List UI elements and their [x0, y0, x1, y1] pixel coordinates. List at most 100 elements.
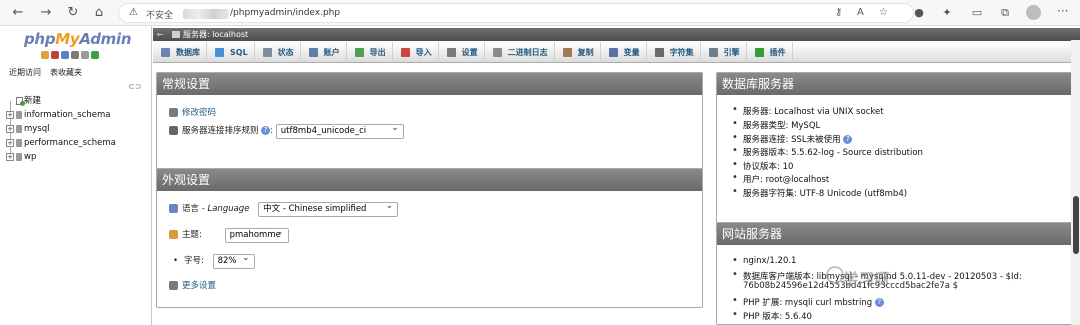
fontsize-select[interactable]: 82%: [212, 252, 255, 269]
tree-item-information-schema[interactable]: + information_schema: [6, 108, 116, 122]
db-server-item: 服务器类型: MySQL: [732, 118, 820, 131]
tab-label: 账户: [323, 47, 340, 57]
tab-3[interactable]: 账户: [301, 41, 347, 63]
db-server-item: 服务器字符集: UTF-8 Unicode (utf8mb4): [732, 186, 907, 199]
tab-9[interactable]: 变量: [601, 41, 647, 63]
address-bar[interactable]: ⚠ 不安全 /phpmyadmin/index.php ⚷ A ☆: [118, 3, 914, 23]
key-icon[interactable]: ⚷: [835, 7, 842, 18]
web-server-title: 网站服务器: [717, 223, 1073, 245]
tab-label: 字符集: [669, 47, 694, 57]
favorite-icon[interactable]: ☆: [879, 7, 888, 18]
tab-label: 复制: [577, 47, 594, 57]
collapse-nav-icon[interactable]: ←: [153, 28, 167, 41]
url-text: /phpmyadmin/index.php: [230, 8, 341, 18]
extensions-icon[interactable]: ✦: [940, 6, 954, 20]
home-icon[interactable]: [41, 51, 49, 59]
db-server-item-text: 服务器连接: SSL未被使用: [743, 135, 841, 145]
expand-icon[interactable]: +: [6, 153, 14, 161]
favorites-tab[interactable]: 表收藏夹: [50, 67, 82, 78]
reload-icon[interactable]: ↻: [65, 5, 81, 21]
reload-nav-icon[interactable]: [91, 51, 99, 59]
top-menu: 数据库 SQL 状态 账户 导出 导入 设置 二进制日志 复制 变量 字符集 引擎 插件: [153, 41, 1080, 63]
link-with-main-icon[interactable]: ⊂⊃: [128, 82, 141, 91]
php-extensions-text: PHP 扩展: mysqli curl mbstring: [743, 298, 873, 308]
split-screen-icon[interactable]: ▭: [970, 6, 984, 20]
tab-7[interactable]: 二进制日志: [485, 41, 555, 63]
phpmyadmin-logo[interactable]: phpMyAdmin: [24, 30, 132, 48]
home-icon[interactable]: ⌂: [91, 5, 107, 21]
more-menu-icon[interactable]: ···: [1057, 4, 1068, 18]
tab-11[interactable]: 引擎: [701, 41, 747, 63]
tab-icon: [562, 47, 572, 57]
server-title[interactable]: 服务器: localhost: [183, 30, 248, 39]
profile-dot-icon[interactable]: ●: [912, 6, 926, 20]
language-label-en: Language: [207, 204, 250, 214]
db-server-item: 服务器: Localhost via UNIX socket: [732, 104, 884, 117]
sql-docs-icon[interactable]: [71, 51, 79, 59]
language-select[interactable]: 中文 - Chinese simplified: [258, 200, 399, 217]
collation-row: 服务器连接排序规则 ?: utf8mb4_unicode_ci: [169, 122, 404, 139]
tree-item-mysql[interactable]: + mysql: [6, 122, 116, 136]
logout-icon[interactable]: [51, 51, 59, 59]
tab-icon: [708, 47, 718, 57]
tab-icon: [654, 47, 664, 57]
user-avatar[interactable]: [1026, 5, 1041, 20]
db-server-item: 用户: root@localhost: [732, 172, 829, 185]
watermark-logo: [826, 266, 844, 284]
tab-label: 插件: [769, 47, 786, 57]
page-scrollbar[interactable]: [1071, 40, 1080, 325]
forward-icon[interactable]: →: [38, 5, 54, 21]
tab-6[interactable]: 设置: [439, 41, 485, 63]
appearance-settings-panel: 外观设置 语言 - Language 中文 - Chinese simplifi…: [156, 168, 703, 308]
read-aloud-icon[interactable]: A: [857, 7, 864, 18]
tab-5[interactable]: 导入: [393, 41, 439, 63]
change-password-row: 修改密码: [169, 106, 216, 118]
theme-label: 主题:: [182, 230, 202, 240]
appearance-settings-title: 外观设置: [157, 169, 702, 191]
web-server-item: PHP 版本: 5.6.40: [732, 309, 812, 322]
tab-12[interactable]: 插件: [747, 41, 793, 63]
language-icon: [169, 204, 178, 213]
tab-1[interactable]: SQL: [207, 41, 255, 63]
watermark-text: 学习呀: [843, 270, 892, 288]
db-server-item: 协议版本: 10: [732, 159, 793, 172]
change-password-link[interactable]: 修改密码: [182, 108, 216, 118]
help-icon[interactable]: ?: [261, 126, 271, 135]
general-settings-title: 常规设置: [157, 73, 702, 95]
tree-item-label: 新建: [24, 96, 42, 106]
tree-item-label: wp: [24, 152, 37, 162]
settings-icon[interactable]: [81, 51, 89, 59]
tab-2[interactable]: 状态: [255, 41, 301, 63]
tab-4[interactable]: 导出: [347, 41, 393, 63]
navigation-panel: phpMyAdmin 近期访问 表收藏夹 ⊂⊃ 新建 + information…: [0, 26, 152, 325]
more-settings-link[interactable]: 更多设置: [182, 281, 216, 291]
help-icon[interactable]: ?: [843, 135, 853, 144]
tab-8[interactable]: 复制: [555, 41, 601, 63]
tree-item-performance-schema[interactable]: + performance_schema: [6, 136, 116, 150]
database-icon: [16, 153, 22, 161]
expand-icon[interactable]: +: [6, 139, 14, 147]
logo-admin: Admin: [79, 30, 132, 48]
server-icon: [172, 31, 180, 38]
recent-tab[interactable]: 近期访问: [9, 67, 41, 78]
tab-icon: [161, 47, 170, 57]
expand-icon[interactable]: +: [6, 125, 14, 133]
collation-select[interactable]: utf8mb4_unicode_ci: [275, 122, 404, 139]
tree-item-wp[interactable]: + wp: [6, 150, 116, 164]
docs-icon[interactable]: [61, 51, 69, 59]
tab-label: SQL: [230, 47, 248, 57]
tab-icon: [354, 47, 364, 57]
tab-0[interactable]: 数据库: [153, 41, 207, 63]
db-server-item: 服务器连接: SSL未被使用 ?: [732, 132, 853, 145]
help-icon[interactable]: ?: [874, 298, 884, 307]
server-breadcrumb: ← 服务器: localhost: [153, 28, 1080, 41]
expand-icon[interactable]: +: [6, 111, 14, 119]
theme-select[interactable]: pmahomme: [224, 226, 289, 243]
collections-icon[interactable]: ⧉: [998, 6, 1012, 20]
tree-item-new[interactable]: 新建: [6, 94, 116, 108]
tree-item-label: performance_schema: [24, 138, 116, 148]
tab-10[interactable]: 字符集: [647, 41, 701, 63]
database-server-title: 数据库服务器: [717, 73, 1073, 95]
scrollbar-thumb[interactable]: [1073, 196, 1079, 254]
back-icon[interactable]: ←: [10, 5, 26, 21]
